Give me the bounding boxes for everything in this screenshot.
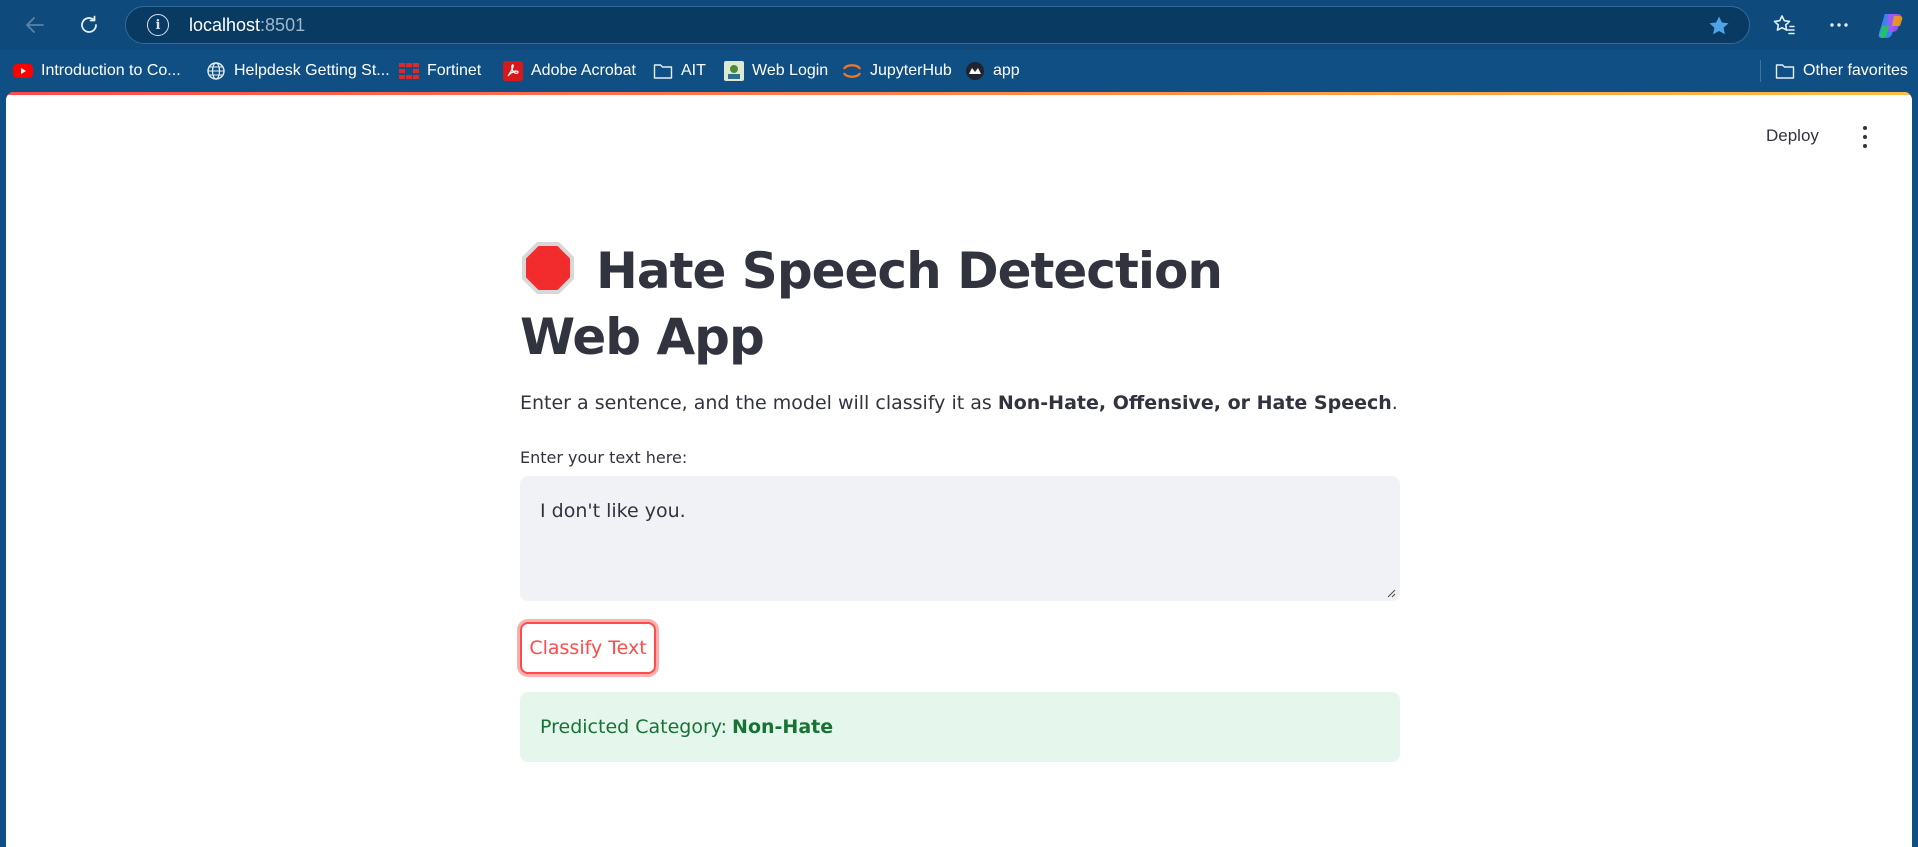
favorite-label: Helpdesk Getting St...	[234, 62, 390, 79]
page-title: Hate Speech Detection Web App	[520, 238, 1340, 370]
favorite-label: Introduction to Co...	[41, 62, 181, 79]
folder-icon	[1775, 61, 1795, 81]
copilot-icon[interactable]	[1876, 10, 1906, 40]
favorite-adobe-acrobat[interactable]: Adobe Acrobat	[503, 59, 636, 83]
text-input-label: Enter your text here:	[520, 448, 688, 467]
back-arrow-icon	[26, 17, 44, 33]
back-button[interactable]	[18, 8, 52, 42]
favorite-label: JupyterHub	[870, 62, 952, 79]
kebab-dot	[1863, 126, 1867, 131]
page-description: Enter a sentence, and the model will cla…	[520, 392, 1398, 414]
favorite-label: Other favorites	[1803, 62, 1908, 79]
favorite-fortinet[interactable]: Fortinet	[399, 59, 481, 83]
favorites-bar: Introduction to Co... Helpdesk Getting S…	[0, 50, 1918, 92]
favorite-label: Adobe Acrobat	[531, 62, 636, 79]
favorites-button[interactable]	[1768, 9, 1800, 41]
favorite-label: app	[993, 62, 1020, 79]
site-info-icon[interactable]: i	[147, 14, 169, 36]
description-categories: Non-Hate, Offensive, or Hate Speech	[997, 392, 1392, 414]
youtube-icon	[13, 61, 33, 81]
favorite-other-favorites[interactable]: Other favorites	[1775, 59, 1908, 83]
favorite-label: AIT	[681, 62, 706, 79]
favorite-web-login[interactable]: Web Login	[724, 59, 828, 83]
web-login-icon	[724, 61, 744, 81]
refresh-button[interactable]	[72, 8, 106, 42]
resize-handle-icon[interactable]	[1386, 588, 1396, 598]
fortinet-icon	[399, 61, 419, 81]
favorites-star-list-icon	[1773, 15, 1795, 35]
page-title-text: Hate Speech Detection Web App	[520, 242, 1223, 366]
url-host: localhost	[189, 14, 261, 35]
more-horizontal-icon	[1830, 23, 1848, 27]
favorite-star-icon[interactable]	[1707, 14, 1731, 38]
description-period: .	[1391, 392, 1398, 414]
favorite-jupyterhub[interactable]: JupyterHub	[842, 59, 952, 83]
browser-toolbar: i localhost:8501	[0, 0, 1918, 50]
page-viewport: Deploy Hate Speech Detection Web App Ent…	[6, 92, 1912, 847]
favorite-label: Fortinet	[427, 62, 482, 79]
address-bar[interactable]: i localhost:8501	[125, 6, 1750, 44]
settings-more-button[interactable]	[1823, 9, 1855, 41]
main-menu-button[interactable]	[1858, 124, 1872, 150]
favorites-divider	[1760, 60, 1761, 82]
streamlit-icon	[965, 61, 985, 81]
deploy-button[interactable]: Deploy	[1766, 126, 1819, 146]
jupyter-icon	[842, 61, 862, 81]
refresh-icon	[81, 15, 97, 33]
classify-text-button[interactable]: Classify Text	[520, 622, 656, 674]
stop-sign-icon	[522, 242, 574, 294]
result-label: Predicted Category:	[540, 716, 728, 738]
favorite-label: Web Login	[752, 62, 829, 79]
folder-icon	[653, 61, 673, 81]
text-input-value: I don't like you.	[540, 500, 686, 522]
description-text: Enter a sentence, and the model will cla…	[520, 392, 998, 414]
favorite-introduction[interactable]: Introduction to Co...	[13, 59, 181, 83]
globe-icon	[206, 61, 226, 81]
favorite-app[interactable]: app	[965, 59, 1020, 83]
url-port: :8501	[260, 14, 306, 35]
result-value: Non-Hate	[732, 716, 834, 738]
address-url: localhost:8501	[189, 15, 305, 36]
prediction-result-alert: Predicted Category: Non-Hate	[520, 692, 1400, 762]
favorite-helpdesk[interactable]: Helpdesk Getting St...	[206, 59, 390, 83]
streamlit-accent-bar	[6, 92, 1912, 95]
kebab-dot	[1863, 143, 1867, 148]
text-input-area[interactable]: I don't like you.	[520, 476, 1400, 601]
favorite-ait[interactable]: AIT	[653, 59, 706, 83]
acrobat-icon	[503, 61, 523, 81]
kebab-dot	[1863, 134, 1867, 139]
